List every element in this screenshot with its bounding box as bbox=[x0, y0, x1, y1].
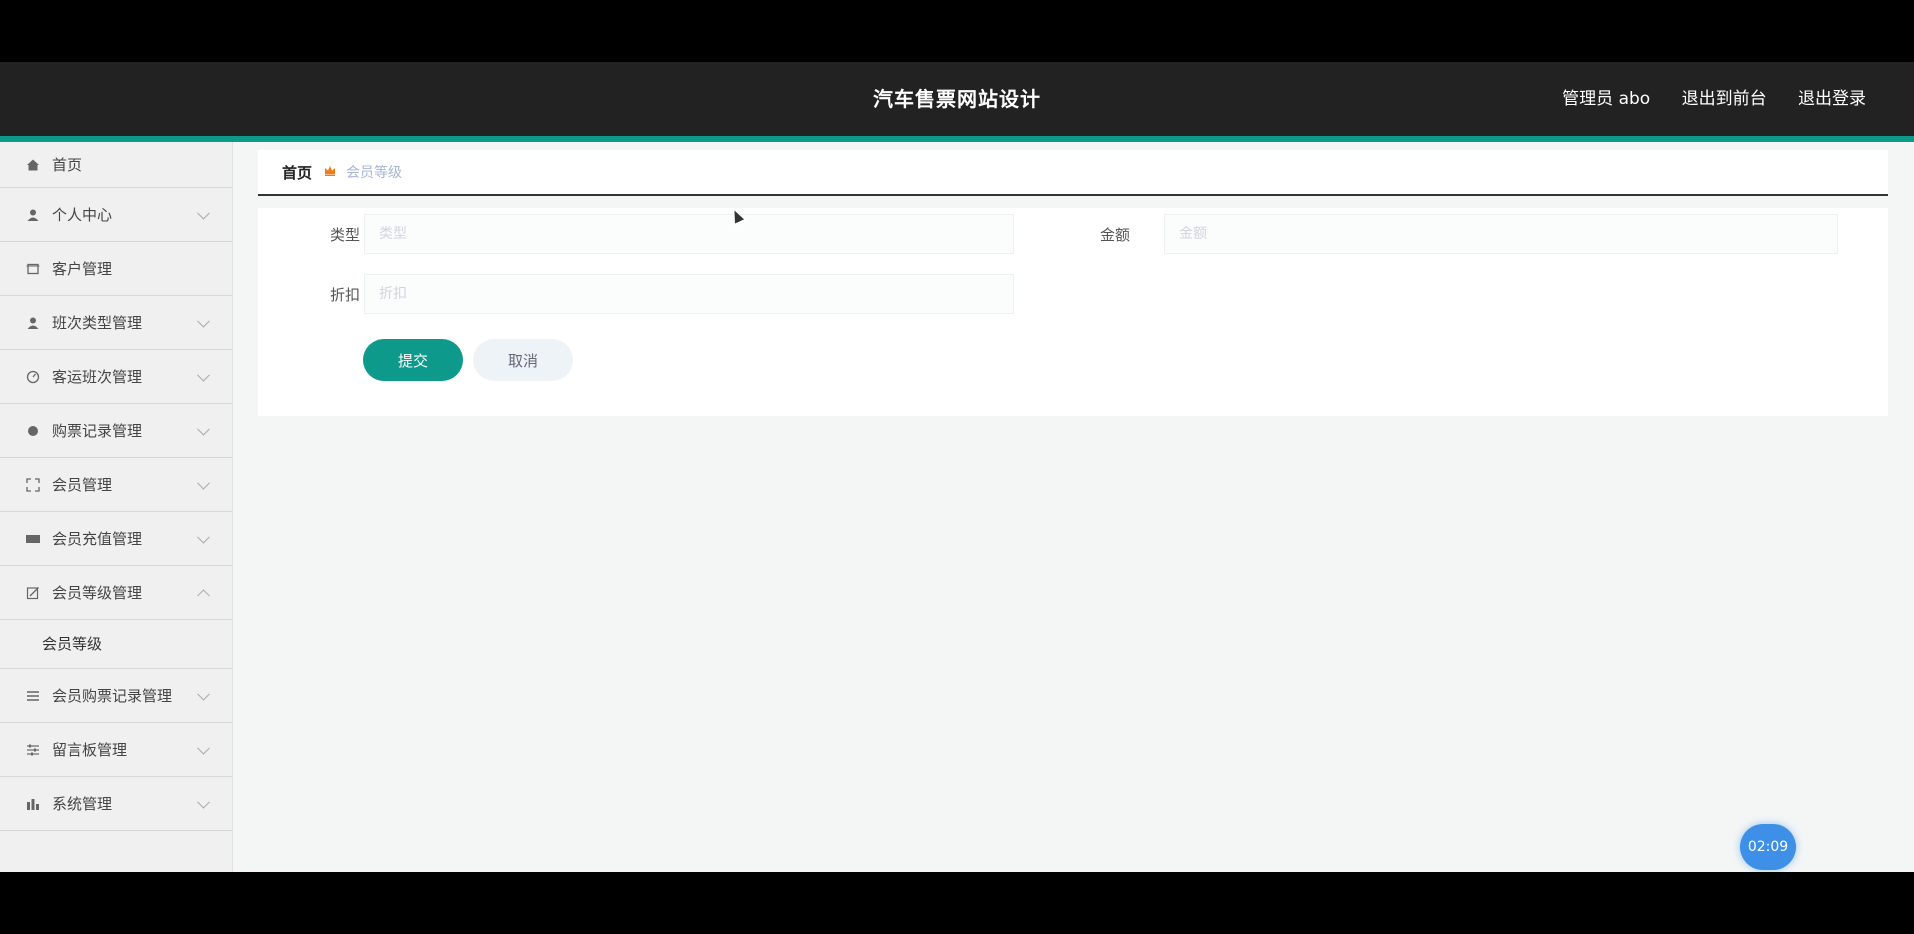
frame-icon bbox=[24, 260, 42, 278]
sidebar-item-label: 留言板管理 bbox=[52, 741, 128, 759]
chevron-down-icon bbox=[197, 476, 210, 490]
breadcrumb: 首页 会员等级 bbox=[258, 150, 1888, 196]
type-input[interactable] bbox=[364, 214, 1014, 254]
sidebar-item-label: 首页 bbox=[52, 156, 83, 174]
breadcrumb-home[interactable]: 首页 bbox=[282, 162, 312, 183]
top-accent-line bbox=[0, 136, 1914, 142]
sidebar-item-label: 会员管理 bbox=[52, 476, 113, 494]
top-links: 管理员 abo 退出到前台 退出登录 bbox=[1536, 62, 1866, 136]
chevron-down-icon bbox=[197, 314, 210, 328]
list-icon bbox=[24, 687, 42, 705]
sidebar-item-system[interactable]: 系统管理 bbox=[0, 777, 232, 831]
sphere-icon bbox=[24, 422, 42, 440]
edit-icon bbox=[24, 584, 42, 602]
amount-label: 金额 bbox=[1099, 226, 1130, 244]
chevron-up-icon bbox=[197, 588, 210, 602]
sidebar-item-label: 班次类型管理 bbox=[52, 314, 143, 332]
expand-icon bbox=[24, 476, 42, 494]
sidebar-item-passenger-shift[interactable]: 客运班次管理 bbox=[0, 350, 232, 404]
amount-input[interactable] bbox=[1164, 214, 1838, 254]
sidebar-item-member-level[interactable]: 会员等级管理 bbox=[0, 566, 232, 620]
user-icon bbox=[24, 206, 42, 224]
sidebar-item-label: 购票记录管理 bbox=[52, 422, 143, 440]
home-icon bbox=[24, 156, 42, 174]
sidebar-item-label: 个人中心 bbox=[52, 206, 113, 224]
bar-chart-icon bbox=[24, 795, 42, 813]
user-icon bbox=[24, 314, 42, 332]
submit-button[interactable]: 提交 bbox=[363, 339, 463, 381]
breadcrumb-current: 会员等级 bbox=[346, 165, 403, 181]
sidebar-item-ticket-records[interactable]: 购票记录管理 bbox=[0, 404, 232, 458]
member-level-form: 类型 金额 折扣 提交 取消 bbox=[258, 208, 1888, 416]
sidebar-item-label: 客户管理 bbox=[52, 260, 113, 278]
clock-badge[interactable]: 02:09 bbox=[1740, 824, 1796, 870]
sidebar-item-message-board[interactable]: 留言板管理 bbox=[0, 723, 232, 777]
chevron-down-icon bbox=[197, 741, 210, 755]
chevron-down-icon bbox=[197, 687, 210, 701]
sidebar-item-home[interactable]: 首页 bbox=[0, 142, 232, 188]
admin-user-label: 管理员 abo bbox=[1562, 89, 1651, 109]
crown-icon bbox=[324, 165, 336, 179]
chevron-down-icon bbox=[197, 530, 210, 544]
sidebar-item-label: 客运班次管理 bbox=[52, 368, 143, 386]
sidebar-item-member[interactable]: 会员管理 bbox=[0, 458, 232, 512]
sidebar-subitem-member-level[interactable]: 会员等级 bbox=[0, 620, 232, 669]
sidebar-item-member-ticket-records[interactable]: 会员购票记录管理 bbox=[0, 669, 232, 723]
chevron-down-icon bbox=[197, 206, 210, 220]
top-bar: 汽车售票网站设计 管理员 abo 退出到前台 退出登录 bbox=[0, 62, 1914, 136]
sidebar-item-label: 会员购票记录管理 bbox=[52, 687, 173, 705]
type-label: 类型 bbox=[329, 226, 360, 244]
sidebar: 首页 个人中心 客户管理 班次类型管理 客运班次管理 购票记录管理 会员管理 会… bbox=[0, 142, 233, 872]
discount-label: 折扣 bbox=[329, 286, 360, 304]
sidebar-item-customer[interactable]: 客户管理 bbox=[0, 242, 232, 296]
cancel-button[interactable]: 取消 bbox=[473, 339, 573, 381]
logout-link[interactable]: 退出登录 bbox=[1798, 89, 1866, 109]
sidebar-item-label: 会员充值管理 bbox=[52, 530, 143, 548]
sidebar-item-label: 会员等级管理 bbox=[52, 584, 143, 602]
sidebar-item-personal-center[interactable]: 个人中心 bbox=[0, 188, 232, 242]
chevron-down-icon bbox=[197, 422, 210, 436]
sidebar-item-member-recharge[interactable]: 会员充值管理 bbox=[0, 512, 232, 566]
back-to-front-link[interactable]: 退出到前台 bbox=[1682, 89, 1767, 109]
ticket-icon bbox=[24, 530, 42, 548]
app-frame: 汽车售票网站设计 管理员 abo 退出到前台 退出登录 首页 个人中心 客户管理 bbox=[0, 62, 1914, 872]
chevron-down-icon bbox=[197, 368, 210, 382]
sliders-icon bbox=[24, 741, 42, 759]
sidebar-item-label: 系统管理 bbox=[52, 795, 113, 813]
sidebar-item-shift-type[interactable]: 班次类型管理 bbox=[0, 296, 232, 350]
gauge-icon bbox=[24, 368, 42, 386]
chevron-down-icon bbox=[197, 795, 210, 809]
discount-input[interactable] bbox=[364, 274, 1014, 314]
